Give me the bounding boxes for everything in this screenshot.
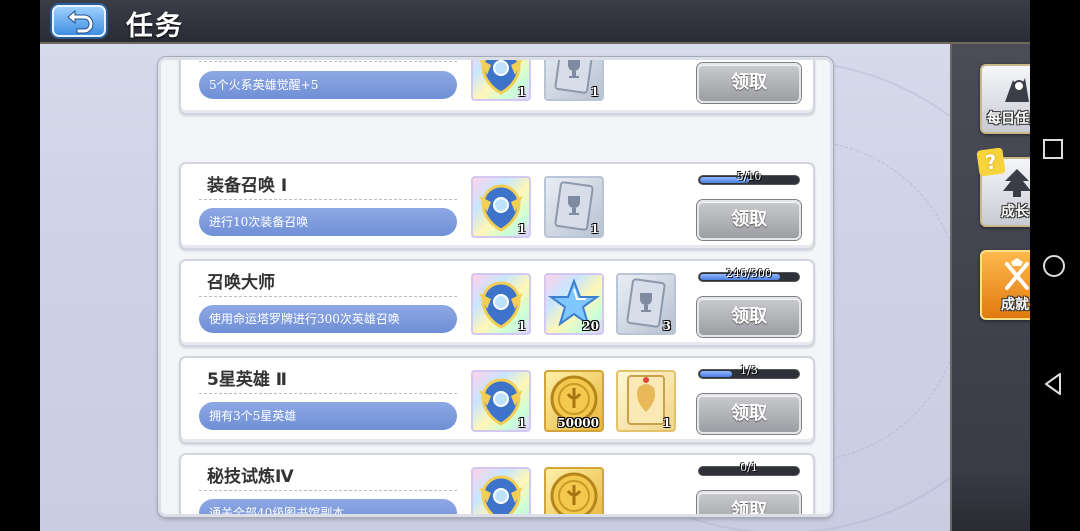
progress-bar: 5/10: [698, 170, 800, 185]
task-description: 使用命运塔罗牌进行300次英雄召唤: [199, 305, 457, 333]
task-row: 火系觉醒 I5个火系英雄觉醒+511领取: [179, 60, 815, 115]
reward-quantity: 1: [518, 513, 526, 514]
divider: [199, 199, 457, 200]
reward-item[interactable]: 20: [544, 273, 604, 335]
reward-item[interactable]: 50000: [544, 370, 604, 432]
reward-quantity: 1: [517, 85, 526, 99]
reward-item[interactable]: 1: [471, 273, 531, 335]
reward-quantity: 3: [662, 319, 671, 333]
claim-button[interactable]: 领取: [697, 297, 801, 337]
reward-item[interactable]: 1: [471, 176, 531, 238]
claim-button[interactable]: 领取: [697, 394, 801, 434]
claim-button[interactable]: 领取: [697, 200, 801, 240]
divider: [199, 393, 457, 394]
back-button[interactable]: [52, 5, 106, 37]
category-sidebar: 每日任务 ? 成长 成就: [950, 44, 1050, 531]
progress-bar: 246/300: [698, 267, 800, 282]
progress-text: 246/300: [726, 267, 772, 280]
reward-item[interactable]: 1: [471, 60, 531, 101]
gold-coin-icon: [550, 472, 598, 514]
task-row: 5星英雄 Ⅱ 拥有3个5星英雄 1 50000 1 1/3 领取: [179, 356, 815, 444]
reward-item[interactable]: 1: [544, 176, 604, 238]
reward-quantity: 60000: [557, 513, 599, 514]
claim-button[interactable]: 领取: [697, 63, 801, 103]
divider: [199, 490, 457, 491]
reward-quantity: 1: [662, 416, 671, 430]
progress-bar: 0/1: [698, 461, 800, 476]
task-row: 装备召唤 I 进行10次装备召唤 1 1 5/10 领取: [179, 162, 815, 250]
progress-text: 5/10: [736, 170, 762, 183]
task-row: 召唤大师使用命运塔罗牌进行300次英雄召唤 1 20 3 246/300 领取: [179, 259, 815, 347]
crest-icon: [479, 475, 523, 514]
reward-item[interactable]: 60000: [544, 467, 604, 514]
top-bar: 任务: [40, 0, 1048, 44]
claim-button[interactable]: 领取: [697, 491, 801, 514]
reward-quantity: 1: [590, 85, 599, 99]
reward-item[interactable]: 1: [471, 370, 531, 432]
task-list-panel[interactable]: 火系觉醒 I5个火系英雄觉醒+511领取装备召唤 I进行10次装备召唤115/1…: [158, 57, 833, 517]
task-description: 5个火系英雄觉醒+5: [199, 71, 457, 99]
system-nav-bar: [1030, 0, 1080, 531]
task-title: 秘技试炼Ⅳ: [207, 467, 294, 487]
task-description: 进行10次装备召唤: [199, 208, 457, 236]
reward-item[interactable]: 1: [544, 60, 604, 101]
reward-quantity: 1: [517, 319, 526, 333]
task-description: 通关全部40级图书馆副本: [199, 499, 457, 514]
page-title: 任务: [126, 11, 184, 42]
progress-text: 0/1: [740, 461, 758, 474]
task-description: 拥有3个5星英雄: [199, 402, 457, 430]
divider: [199, 296, 457, 297]
task-row: 秘技试炼Ⅳ 通关全部40级图书馆副本 1 60000 0/1 领取: [179, 453, 815, 514]
question-badge: ?: [976, 147, 1006, 177]
reward-item[interactable]: 3: [616, 273, 676, 335]
reward-quantity: 1: [517, 416, 526, 430]
task-title: 召唤大师: [207, 273, 275, 293]
reward-quantity: 50000: [557, 416, 599, 430]
reward-item[interactable]: 1: [471, 467, 531, 514]
reward-quantity: 20: [582, 319, 599, 333]
task-title: 装备召唤 I: [207, 176, 288, 196]
progress-bar: 1/3: [698, 364, 800, 379]
nav-back-icon[interactable]: [1042, 372, 1064, 396]
reward-quantity: 1: [590, 222, 599, 236]
reward-item[interactable]: 1: [616, 370, 676, 432]
back-arrow-icon: [67, 10, 94, 34]
reward-quantity: 1: [517, 222, 526, 236]
task-title: 5星英雄 Ⅱ: [207, 370, 287, 390]
divider: [199, 61, 457, 62]
progress-text: 1/3: [740, 364, 758, 377]
home-icon[interactable]: [1042, 254, 1066, 278]
recent-apps-icon[interactable]: [1042, 138, 1064, 160]
